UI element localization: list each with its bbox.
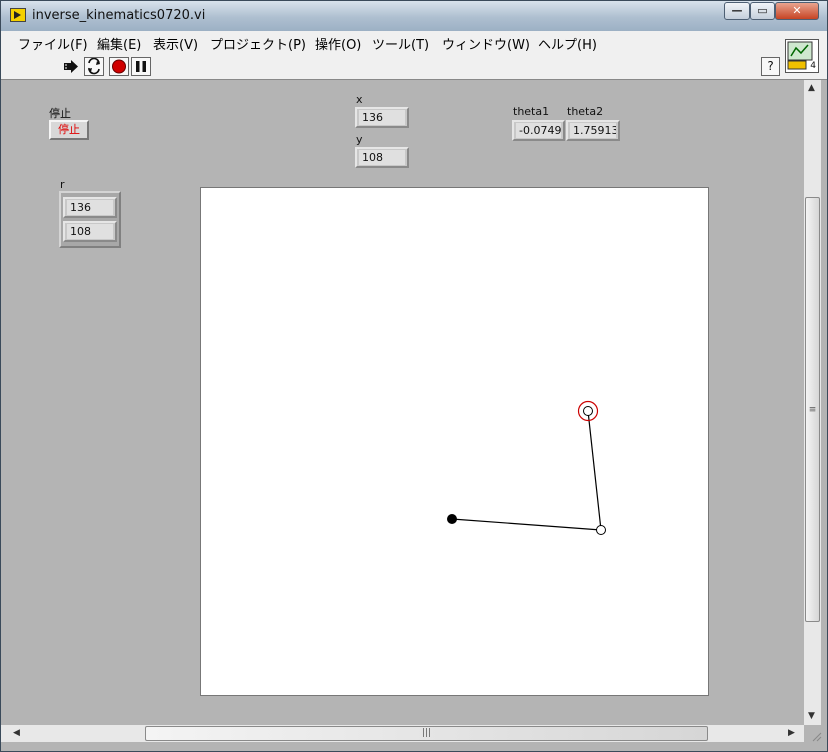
pause-icon[interactable] <box>131 57 151 76</box>
menu-project[interactable]: プロジェクト(P) <box>210 34 306 53</box>
end-effector <box>583 406 593 416</box>
menu-operate[interactable]: 操作(O) <box>315 34 361 53</box>
stop-caption: 停止 <box>49 107 71 120</box>
resize-grip-icon[interactable] <box>810 730 822 742</box>
menu-tools[interactable]: ツール(T) <box>372 34 429 53</box>
horizontal-scrollbar[interactable]: ◀ ||| ▶ <box>1 725 804 742</box>
vertical-scroll-thumb[interactable]: ≡ <box>805 197 820 622</box>
title-bar[interactable]: inverse_kinematics0720.vi — ▭ ✕ <box>1 1 827 31</box>
base-joint <box>447 514 457 524</box>
menu-bar: ファイル(F) 編集(E) 表示(V) プロジェクト(P) 操作(O) ツール(… <box>1 31 827 53</box>
r-array: 136 108 <box>59 191 121 248</box>
run-continuously-icon[interactable] <box>84 57 104 76</box>
toolbar: ? <box>1 53 827 80</box>
elbow-joint <box>596 525 606 535</box>
theta1-value: -0.07493 <box>516 123 561 138</box>
minimize-button[interactable]: — <box>724 2 750 20</box>
theta1-indicator: -0.07493 <box>512 120 565 141</box>
r-element-1: 108 <box>63 221 117 242</box>
front-panel: 停止 停止 x 136 y 108 theta1 -0.07493 theta2… <box>1 80 804 725</box>
arm-link-1 <box>451 518 602 531</box>
arm-drawing <box>447 400 606 535</box>
theta2-value: 1.75913 <box>570 123 616 138</box>
menu-window[interactable]: ウィンドウ(W) <box>442 34 530 53</box>
run-arrow-icon[interactable] <box>61 57 81 76</box>
scroll-right-arrow[interactable]: ▶ <box>788 728 795 738</box>
menu-edit[interactable]: 編集(E) <box>97 34 141 53</box>
theta1-caption: theta1 <box>513 105 550 118</box>
close-button[interactable]: ✕ <box>775 2 819 20</box>
labview-vi-icon <box>10 8 26 22</box>
r-caption: r <box>60 178 65 191</box>
vi-icon-badge: 4 <box>810 61 816 71</box>
theta2-indicator: 1.75913 <box>566 120 620 141</box>
y-indicator: 108 <box>355 147 409 168</box>
menu-file[interactable]: ファイル(F) <box>18 34 88 53</box>
context-help-button[interactable]: ? <box>761 57 780 76</box>
window-title: inverse_kinematics0720.vi <box>32 8 206 23</box>
scroll-down-arrow[interactable]: ▼ <box>808 711 815 721</box>
menu-view[interactable]: 表示(V) <box>153 34 198 53</box>
horizontal-scroll-thumb[interactable]: ||| <box>145 726 708 741</box>
x-caption: x <box>356 93 363 106</box>
r-value-1: 108 <box>67 224 113 239</box>
vertical-scrollbar[interactable]: ▲ ≡ ▼ <box>804 80 821 725</box>
stop-button[interactable]: 停止 <box>49 120 89 140</box>
r-element-0: 136 <box>63 197 117 218</box>
menu-help[interactable]: ヘルプ(H) <box>538 34 597 53</box>
maximize-button[interactable]: ▭ <box>750 2 775 20</box>
abort-execution-icon[interactable] <box>109 57 129 76</box>
y-value: 108 <box>359 150 405 165</box>
x-value: 136 <box>359 110 405 125</box>
arm-picture-canvas[interactable] <box>200 187 709 696</box>
vi-icon-pane[interactable]: 4 <box>785 39 819 73</box>
scroll-left-arrow[interactable]: ◀ <box>13 728 20 738</box>
r-value-0: 136 <box>67 200 113 215</box>
application-window: inverse_kinematics0720.vi — ▭ ✕ ファイル(F) … <box>0 0 828 752</box>
scroll-up-arrow[interactable]: ▲ <box>808 83 815 93</box>
theta2-caption: theta2 <box>567 105 604 118</box>
x-indicator: 136 <box>355 107 409 128</box>
y-caption: y <box>356 133 363 146</box>
arm-link-2 <box>587 410 602 531</box>
